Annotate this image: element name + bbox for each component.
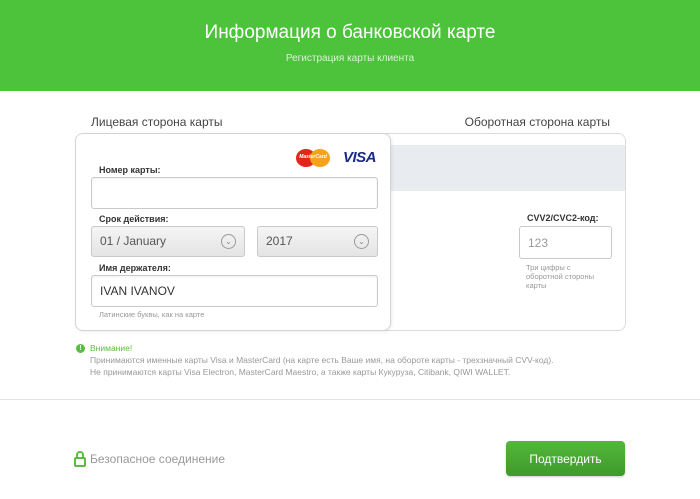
cardholder-hint: Латинские буквы, как на карте bbox=[99, 310, 205, 319]
cvv-hint: Три цифры с оборотной стороны карты bbox=[526, 263, 594, 290]
info-icon: ! bbox=[76, 344, 85, 353]
mastercard-logo: MasterCard bbox=[296, 148, 330, 168]
card-number-label: Номер карты: bbox=[99, 165, 161, 175]
cardholder-input[interactable] bbox=[91, 275, 378, 307]
back-side-label: Оборотная сторона карты bbox=[464, 115, 610, 129]
cardholder-label: Имя держателя: bbox=[99, 263, 171, 273]
cvv-input[interactable] bbox=[519, 226, 612, 259]
footer-divider bbox=[0, 399, 700, 400]
page-title: Информация о банковской карте bbox=[204, 22, 496, 43]
expiry-year-select[interactable]: 2017 ⌄ bbox=[257, 226, 378, 257]
chevron-down-icon: ⌄ bbox=[354, 234, 369, 249]
magnetic-stripe bbox=[391, 145, 625, 191]
mastercard-logo-text: MasterCard bbox=[299, 154, 327, 160]
page-header: Информация о банковской карте Регистраци… bbox=[0, 0, 700, 91]
notice-heading: Внимание! bbox=[90, 343, 133, 353]
cvv-label: CVV2/CVC2-код: bbox=[527, 213, 599, 223]
front-side-label: Лицевая сторона карты bbox=[91, 115, 223, 129]
notice-line-accepted: Принимаются именные карты Visa и MasterC… bbox=[90, 355, 554, 365]
secure-connection-label: Безопасное соединение bbox=[90, 452, 226, 466]
expiry-month-value: 01 / January bbox=[100, 234, 167, 248]
page-subtitle: Регистрация карты клиента bbox=[285, 53, 415, 64]
card-front: MasterCard VISA Номер карты: Срок действ… bbox=[75, 133, 391, 331]
expiry-month-select[interactable]: 01 / January ⌄ bbox=[91, 226, 245, 257]
visa-logo: VISA bbox=[342, 149, 377, 166]
confirm-button[interactable]: Подтвердить bbox=[506, 441, 625, 476]
expiry-label: Срок действия: bbox=[99, 214, 169, 224]
notice-line-rejected: Не принимаются карты Visa Electron, Mast… bbox=[90, 367, 511, 377]
lock-icon bbox=[74, 451, 86, 467]
expiry-year-value: 2017 bbox=[266, 234, 293, 248]
chevron-down-icon: ⌄ bbox=[221, 234, 236, 249]
card-number-input[interactable] bbox=[91, 177, 378, 209]
